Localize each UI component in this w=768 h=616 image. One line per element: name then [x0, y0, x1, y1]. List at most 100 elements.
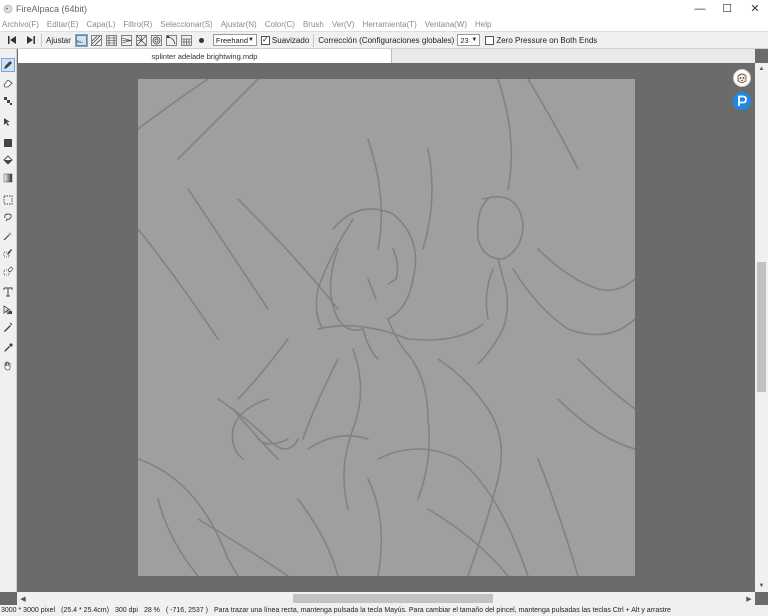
correccion-select[interactable]: 23 ▼ — [457, 34, 481, 46]
hand-icon — [4, 361, 11, 371]
zero-pressure-checkbox[interactable] — [485, 35, 495, 45]
select-eraser-tool[interactable] — [1, 264, 15, 278]
status-bar: 3000 * 3000 pixel (25.4 * 25.4cm) 300 dp… — [0, 605, 768, 616]
pixiv-button[interactable] — [733, 92, 751, 110]
pixiv-p-icon — [738, 95, 747, 106]
brush-mode-select[interactable]: Freehand ▼ — [212, 34, 257, 46]
eraser-tool[interactable] — [1, 76, 15, 90]
rect-select-icon — [3, 195, 13, 205]
concentric-circles-icon — [151, 34, 162, 46]
minimize-icon: — — [694, 2, 706, 15]
status-cursor: ( -716, 2537 ) — [165, 607, 208, 614]
snap-circle-button[interactable] — [150, 34, 163, 47]
ajustar-label: Ajustar — [46, 35, 71, 45]
scroll-down-icon[interactable]: ▼ — [755, 580, 768, 592]
close-icon: ✕ — [750, 3, 760, 15]
check-icon: ✓ — [262, 35, 269, 44]
move-tool[interactable] — [1, 115, 15, 129]
menu-capa[interactable]: Capa(L) — [86, 20, 115, 29]
prev-button[interactable] — [5, 34, 19, 47]
bucket-tool[interactable] — [1, 153, 15, 167]
snap-radial-button[interactable] — [135, 34, 148, 47]
select-rect-tool[interactable] — [1, 193, 15, 207]
text-tool[interactable] — [1, 285, 15, 299]
menu-brush[interactable]: Brush — [303, 20, 324, 29]
snap-vanishing-button[interactable] — [120, 34, 133, 47]
snap-off-icon — [76, 34, 87, 46]
eraser-icon — [3, 79, 13, 88]
select-pen-icon — [3, 249, 12, 258]
document-tab-label: splinter adelade brightwing.mdp — [151, 51, 258, 61]
eyedropper-tool[interactable] — [1, 341, 15, 355]
skip-back-icon — [7, 36, 16, 44]
snap-cross-button[interactable] — [105, 34, 118, 47]
brush-dot-button[interactable] — [195, 34, 208, 47]
gradient-tool[interactable] — [1, 171, 15, 185]
next-button[interactable] — [23, 34, 37, 47]
vertical-scrollbar[interactable]: ▲ ▼ — [755, 63, 768, 592]
scroll-right-icon[interactable]: ▶ — [743, 592, 755, 605]
filled-square-icon — [4, 139, 12, 147]
status-zoom: 28 % — [143, 607, 160, 614]
close-button[interactable]: ✕ — [740, 0, 768, 17]
horizontal-scroll-thumb[interactable] — [293, 594, 493, 603]
minimize-button[interactable]: — — [685, 0, 715, 17]
alpaca-avatar[interactable] — [733, 69, 751, 87]
menu-filtro[interactable]: Filtro(R) — [123, 20, 152, 29]
dot-tool[interactable] — [1, 94, 15, 108]
hand-tool[interactable] — [1, 359, 15, 373]
window-title: FireAlpaca (64bit) — [16, 3, 88, 14]
scroll-left-icon[interactable]: ◀ — [17, 592, 29, 605]
menu-color[interactable]: Color(C) — [265, 20, 295, 29]
sketch-artwork — [138, 79, 635, 576]
snap-grid-button[interactable] — [180, 34, 193, 47]
zero-pressure-label: Zero Pressure on Both Ends — [496, 35, 598, 45]
menu-herramienta[interactable]: Herramienta(T) — [363, 20, 417, 29]
curve-icon — [166, 34, 177, 46]
grid-icon — [181, 34, 192, 46]
brush-dot-icon — [198, 37, 204, 43]
text-t-icon — [3, 287, 13, 297]
fill-rect-tool[interactable] — [1, 136, 15, 150]
menu-editar[interactable]: Editar(E) — [47, 20, 79, 29]
crosshatch-icon — [106, 34, 117, 46]
menu-ajustar[interactable]: Ajustar(N) — [221, 20, 257, 29]
maximize-button[interactable]: ☐ — [712, 0, 742, 17]
operation-arrow-icon — [3, 305, 12, 315]
status-hint: Para trazar una línea recta, mantenga pu… — [213, 607, 671, 614]
menu-ventana[interactable]: Ventana(W) — [425, 20, 467, 29]
menu-seleccionar[interactable]: Seleccionar(S) — [160, 20, 212, 29]
workspace — [17, 63, 755, 592]
parallel-lines-icon — [91, 34, 102, 46]
chevron-down-icon: ▼ — [471, 37, 478, 43]
operation-tool[interactable] — [1, 303, 15, 317]
magic-wand-icon — [3, 232, 12, 241]
pen-icon — [4, 61, 12, 69]
maximize-icon: ☐ — [722, 3, 732, 15]
document-tab[interactable]: splinter adelade brightwing.mdp — [18, 49, 392, 63]
lasso-icon — [4, 213, 12, 222]
pen-tool[interactable] — [1, 58, 15, 72]
alpaca-icon — [736, 72, 748, 84]
scroll-up-icon[interactable]: ▲ — [755, 63, 768, 75]
snap-off-button[interactable] — [74, 33, 88, 47]
menu-help[interactable]: Help — [475, 20, 491, 29]
tool-options-bar: Ajustar Freehand ▼ ✓ Suavizado Correcció… — [0, 31, 768, 49]
toolbar-separator — [41, 33, 42, 47]
select-pen-tool[interactable] — [1, 246, 15, 260]
vanishing-point-icon — [121, 34, 132, 46]
lasso-tool[interactable] — [1, 210, 15, 224]
drawing-canvas[interactable] — [138, 79, 635, 576]
horizontal-scrollbar[interactable]: ◀ ▶ — [17, 592, 755, 605]
radial-lines-icon — [136, 34, 147, 46]
suavizado-checkbox[interactable]: ✓ — [260, 35, 270, 45]
chevron-down-icon: ▼ — [248, 37, 254, 43]
magic-wand-tool[interactable] — [1, 229, 15, 243]
divide-tool[interactable] — [1, 320, 15, 334]
snap-curve-button[interactable] — [165, 34, 178, 47]
menu-archivo[interactable]: Archivo(F) — [2, 20, 39, 29]
vertical-scroll-thumb[interactable] — [757, 262, 766, 392]
menu-ver[interactable]: Ver(V) — [332, 20, 355, 29]
status-image-size: 3000 * 3000 pixel — [1, 607, 56, 614]
snap-parallel-button[interactable] — [90, 34, 103, 47]
